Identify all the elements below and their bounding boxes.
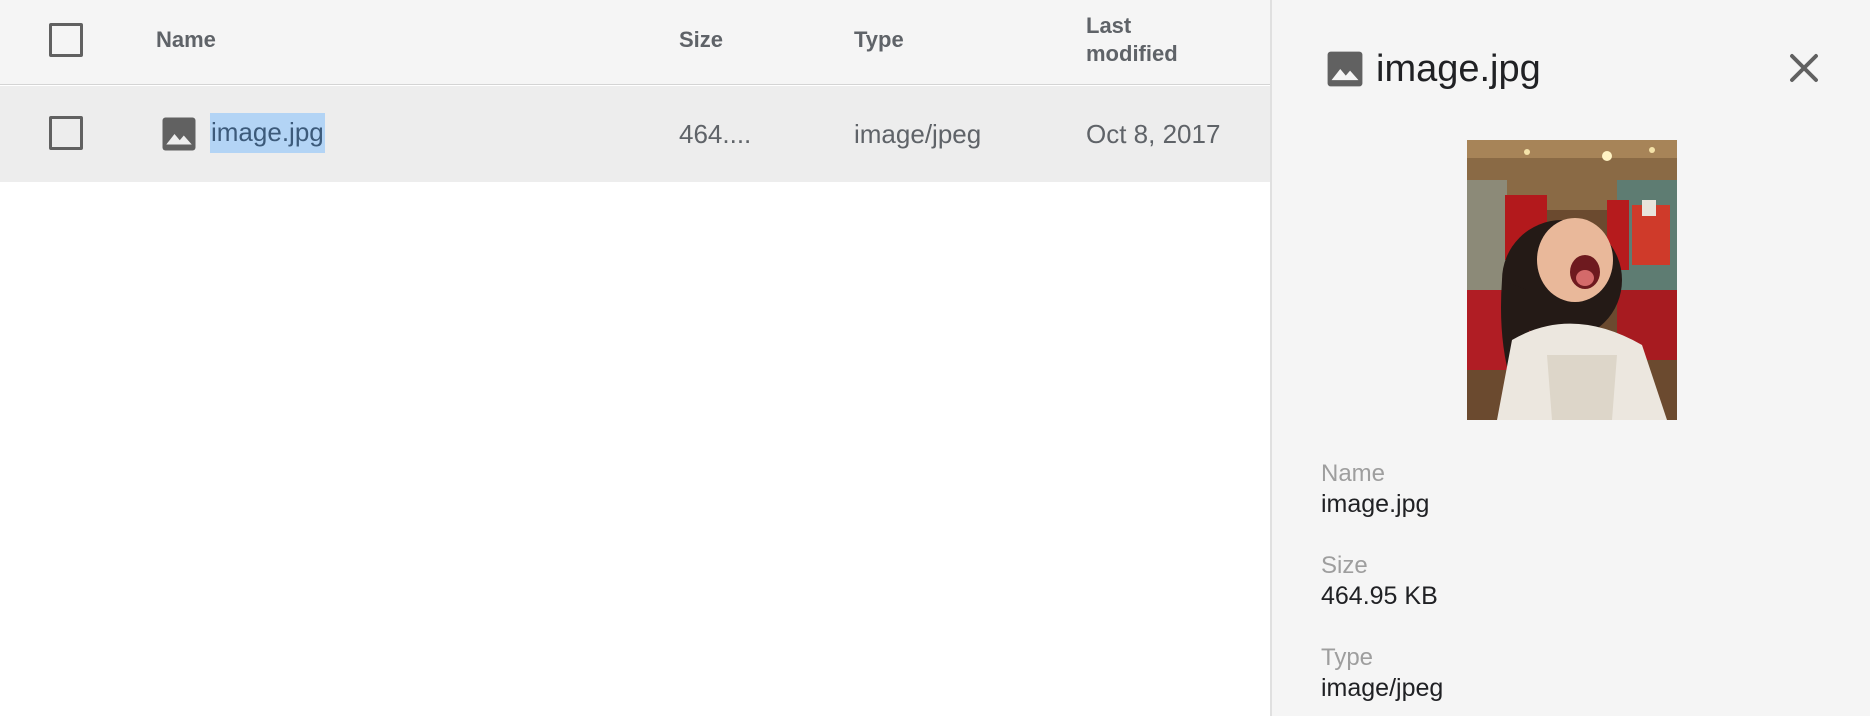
field-value-name: image.jpg [1321,490,1430,518]
file-browser: Name Size Type Last modified image.jpg 4… [0,0,1870,716]
image-file-icon [162,117,196,151]
details-title: image.jpg [1376,48,1541,90]
file-type: image/jpeg [854,119,982,149]
image-file-icon [1327,51,1363,87]
column-header-size[interactable]: Size [679,26,723,54]
list-header: Name Size Type Last modified [0,0,1270,85]
field-label-type: Type [1321,644,1374,671]
image-thumbnail [1467,140,1677,420]
file-size: 464.... [679,119,752,149]
column-header-last-modified-line1: Last [1086,13,1132,38]
close-icon[interactable] [1786,50,1822,86]
column-header-last-modified-line2: modified [1086,41,1178,66]
column-header-last-modified[interactable]: Last modified [1086,12,1178,68]
column-header-name[interactable]: Name [156,26,216,54]
column-header-type[interactable]: Type [854,26,904,54]
field-label-size: Size [1321,552,1368,579]
select-all-checkbox[interactable] [49,23,83,57]
row-checkbox[interactable] [49,116,83,150]
file-last-modified: Oct 8, 2017 [1086,119,1221,149]
file-name[interactable]: image.jpg [210,113,325,153]
field-value-size: 464.95 KB [1321,582,1438,610]
file-list: Name Size Type Last modified image.jpg 4… [0,0,1270,716]
details-panel: image.jpg Name image.jpg Size 464.95 KB … [1272,0,1870,716]
field-value-type: image/jpeg [1321,674,1444,702]
table-row[interactable]: image.jpg 464.... image/jpeg Oct 8, 2017 [0,86,1270,182]
field-label-name: Name [1321,460,1386,487]
